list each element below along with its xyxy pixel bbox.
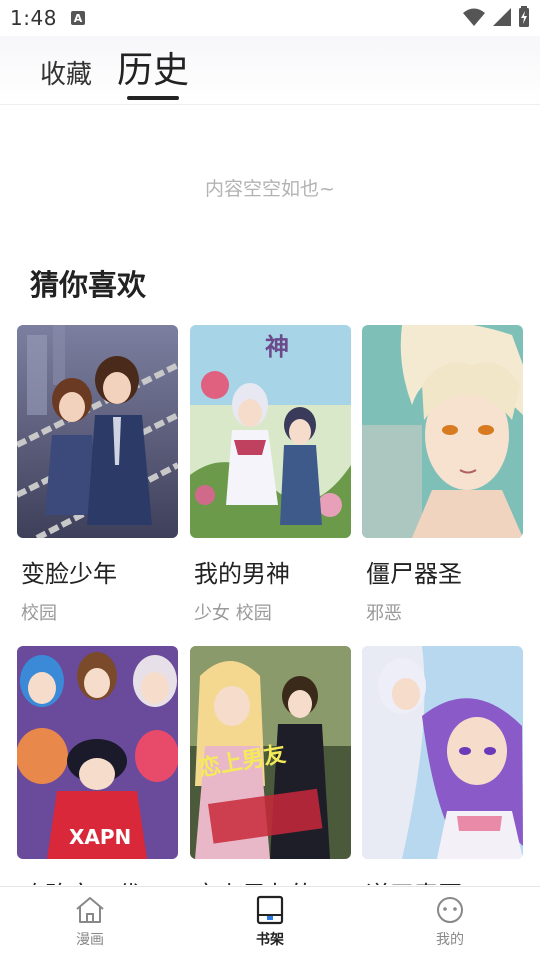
empty-state-text: 内容空空如也~	[205, 178, 335, 200]
comic-cover	[17, 325, 178, 538]
profile-icon	[437, 897, 463, 923]
comic-card[interactable]: 逆天毒医	[362, 646, 523, 885]
comic-cover: XAPN	[17, 646, 178, 859]
section-title-recommend: 猜你喜欢	[30, 268, 147, 302]
comic-cover	[362, 325, 523, 538]
home-icon	[76, 897, 104, 923]
comic-card[interactable]: 变脸少年 校园	[17, 325, 178, 625]
comic-title: 变脸少年	[21, 560, 117, 588]
comic-card[interactable]: 恋上男友 恋上男友的	[190, 646, 351, 885]
nav-label: 漫画	[76, 932, 104, 948]
comic-cover	[362, 646, 523, 859]
nav-item-bookshelf[interactable]: 书架	[230, 895, 310, 949]
tab-history[interactable]: 历史	[117, 41, 189, 93]
status-time: 1:48	[10, 6, 57, 30]
battery-icon	[519, 6, 529, 27]
comic-cover: 恋上男友	[190, 646, 351, 859]
notification-a-icon: A	[71, 11, 85, 25]
svg-text:XAPN: XAPN	[69, 825, 131, 849]
bottom-nav: 漫画 书架 我的	[0, 886, 540, 961]
comic-title: 逆天毒医	[366, 875, 523, 885]
status-bar: 1:48 A	[0, 0, 540, 36]
tab-favorites[interactable]: 收藏	[40, 54, 92, 91]
comic-title: 恋上男友的	[194, 875, 351, 885]
svg-text:神: 神	[265, 332, 289, 361]
comic-title: 我的男神	[194, 560, 290, 588]
wifi-icon	[463, 8, 485, 26]
signal-icon	[493, 8, 511, 26]
nav-item-profile[interactable]: 我的	[410, 895, 490, 949]
comic-tags: 校园	[21, 603, 57, 624]
comic-card[interactable]: XAPN 攻略宅二代	[17, 646, 178, 885]
comic-cover: 神	[190, 325, 351, 538]
comic-tags: 邪恶	[366, 603, 402, 624]
nav-label: 我的	[436, 932, 464, 948]
comic-title: 僵尸器圣	[366, 560, 462, 588]
nav-item-comics[interactable]: 漫画	[50, 895, 130, 949]
nav-label: 书架	[256, 932, 284, 948]
tabs-header: 收藏 历史	[0, 36, 540, 105]
tab-active-indicator	[127, 96, 179, 100]
comic-card[interactable]: 神 我的男神 少女 校园	[190, 325, 351, 625]
comic-title: 攻略宅二代	[21, 875, 178, 885]
recommend-grid: 变脸少年 校园 神 我的男神 少女 校园 僵尸器圣 邪恶 XAPN 恋上男友	[17, 325, 523, 885]
comic-tags: 少女 校园	[194, 603, 272, 624]
bookshelf-icon	[256, 895, 284, 925]
comic-card[interactable]: 僵尸器圣 邪恶	[362, 325, 523, 625]
